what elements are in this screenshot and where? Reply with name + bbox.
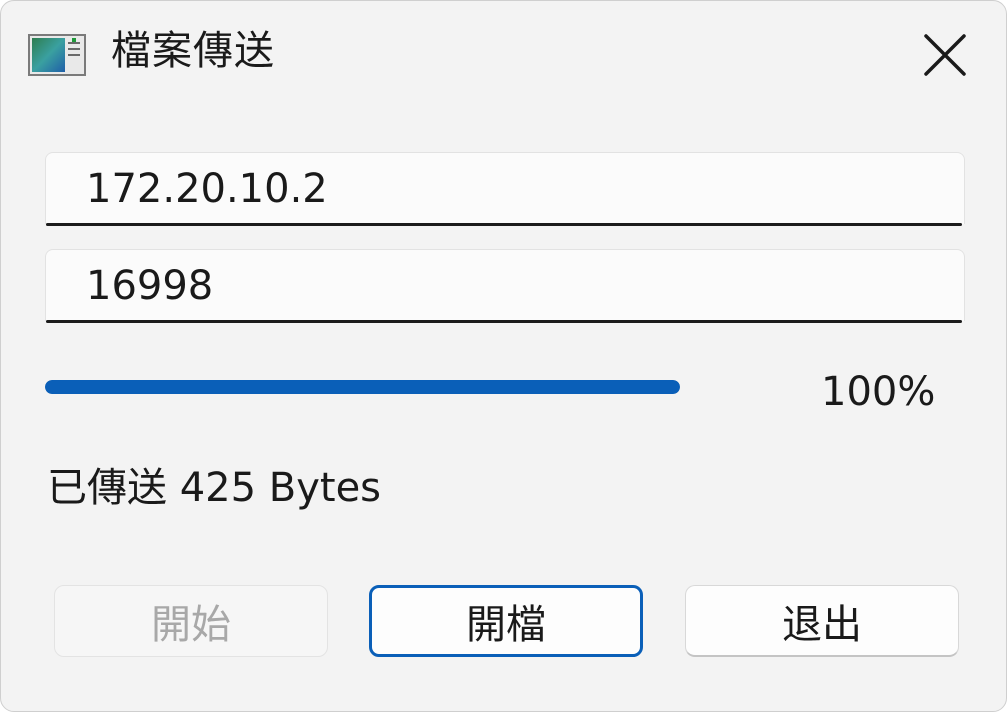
transfer-status-text: 已傳送 425 Bytes [47, 465, 382, 511]
app-window-icon [28, 34, 86, 76]
window-title: 檔案傳送 [111, 28, 275, 74]
transfer-progress-bar [45, 380, 680, 394]
start-button[interactable]: 開始 [54, 585, 328, 657]
port-input[interactable] [46, 250, 964, 321]
progress-percent-label: 100% [821, 369, 936, 415]
progress-bar-fill [45, 380, 680, 394]
ip-address-input[interactable] [46, 153, 964, 224]
exit-button[interactable]: 退出 [685, 585, 959, 657]
close-button[interactable] [913, 23, 977, 87]
ip-address-field-container [45, 152, 965, 226]
close-icon [924, 34, 966, 76]
file-transfer-window: 檔案傳送 100% 已傳送 425 Bytes 開始 開檔 退出 [0, 0, 1007, 712]
port-field-container [45, 249, 965, 323]
open-file-button[interactable]: 開檔 [369, 585, 643, 657]
